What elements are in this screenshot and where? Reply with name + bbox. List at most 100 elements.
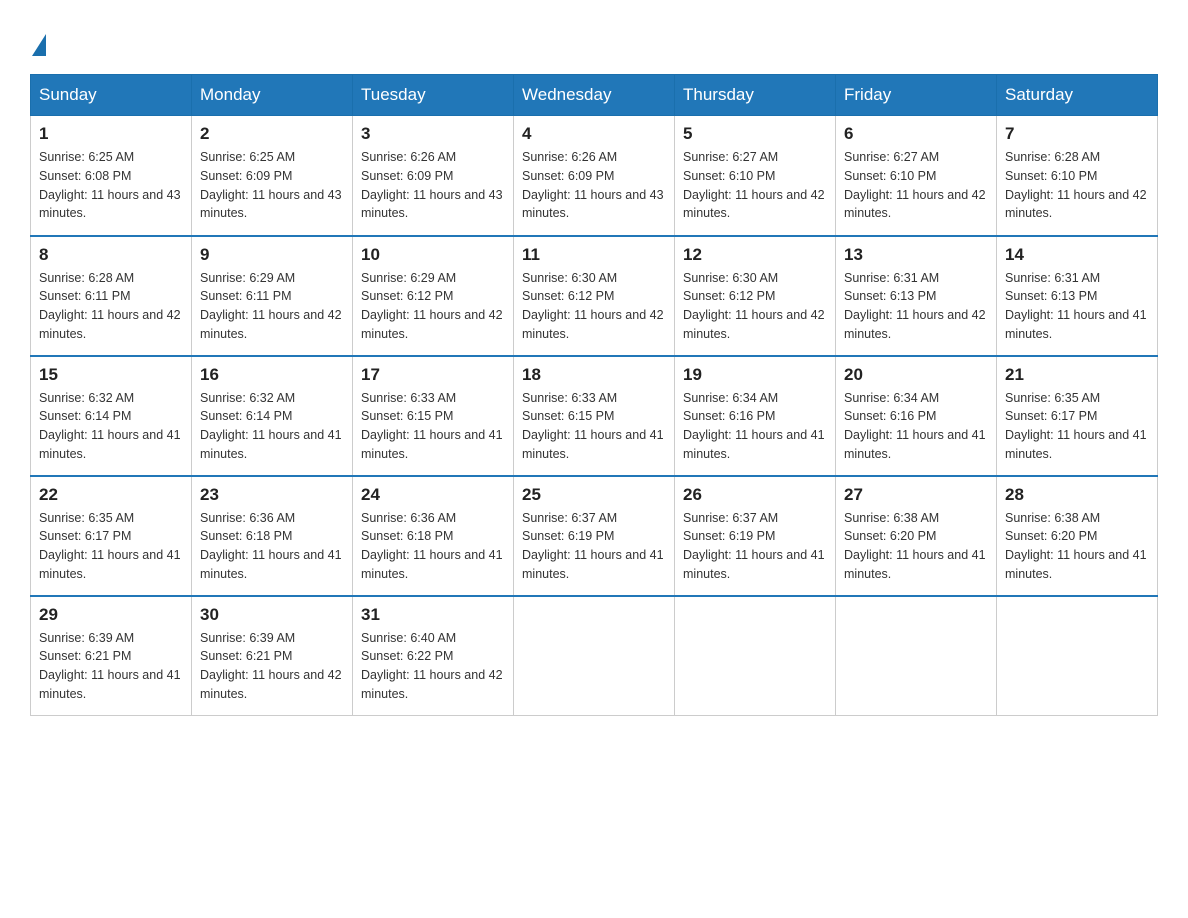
weekday-header-saturday: Saturday — [997, 75, 1158, 116]
calendar-cell: 25 Sunrise: 6:37 AM Sunset: 6:19 PM Dayl… — [514, 476, 675, 596]
calendar-week-row: 29 Sunrise: 6:39 AM Sunset: 6:21 PM Dayl… — [31, 596, 1158, 716]
day-number: 21 — [1005, 365, 1149, 385]
calendar-cell — [997, 596, 1158, 716]
day-info: Sunrise: 6:29 AM Sunset: 6:11 PM Dayligh… — [200, 269, 344, 344]
calendar-cell: 24 Sunrise: 6:36 AM Sunset: 6:18 PM Dayl… — [353, 476, 514, 596]
day-info: Sunrise: 6:34 AM Sunset: 6:16 PM Dayligh… — [844, 389, 988, 464]
day-number: 15 — [39, 365, 183, 385]
day-number: 2 — [200, 124, 344, 144]
calendar-week-row: 22 Sunrise: 6:35 AM Sunset: 6:17 PM Dayl… — [31, 476, 1158, 596]
day-info: Sunrise: 6:30 AM Sunset: 6:12 PM Dayligh… — [683, 269, 827, 344]
calendar-cell: 8 Sunrise: 6:28 AM Sunset: 6:11 PM Dayli… — [31, 236, 192, 356]
weekday-header-sunday: Sunday — [31, 75, 192, 116]
day-info: Sunrise: 6:38 AM Sunset: 6:20 PM Dayligh… — [844, 509, 988, 584]
day-info: Sunrise: 6:33 AM Sunset: 6:15 PM Dayligh… — [361, 389, 505, 464]
calendar-header: SundayMondayTuesdayWednesdayThursdayFrid… — [31, 75, 1158, 116]
day-info: Sunrise: 6:31 AM Sunset: 6:13 PM Dayligh… — [1005, 269, 1149, 344]
calendar-cell: 22 Sunrise: 6:35 AM Sunset: 6:17 PM Dayl… — [31, 476, 192, 596]
weekday-header-tuesday: Tuesday — [353, 75, 514, 116]
calendar-cell: 19 Sunrise: 6:34 AM Sunset: 6:16 PM Dayl… — [675, 356, 836, 476]
calendar-cell: 7 Sunrise: 6:28 AM Sunset: 6:10 PM Dayli… — [997, 116, 1158, 236]
day-info: Sunrise: 6:38 AM Sunset: 6:20 PM Dayligh… — [1005, 509, 1149, 584]
day-info: Sunrise: 6:35 AM Sunset: 6:17 PM Dayligh… — [39, 509, 183, 584]
calendar-cell: 10 Sunrise: 6:29 AM Sunset: 6:12 PM Dayl… — [353, 236, 514, 356]
day-number: 14 — [1005, 245, 1149, 265]
weekday-header-wednesday: Wednesday — [514, 75, 675, 116]
day-info: Sunrise: 6:31 AM Sunset: 6:13 PM Dayligh… — [844, 269, 988, 344]
calendar-cell: 4 Sunrise: 6:26 AM Sunset: 6:09 PM Dayli… — [514, 116, 675, 236]
calendar-cell: 6 Sunrise: 6:27 AM Sunset: 6:10 PM Dayli… — [836, 116, 997, 236]
calendar-cell — [514, 596, 675, 716]
day-info: Sunrise: 6:32 AM Sunset: 6:14 PM Dayligh… — [39, 389, 183, 464]
day-number: 16 — [200, 365, 344, 385]
calendar-table: SundayMondayTuesdayWednesdayThursdayFrid… — [30, 74, 1158, 716]
calendar-cell: 18 Sunrise: 6:33 AM Sunset: 6:15 PM Dayl… — [514, 356, 675, 476]
day-number: 17 — [361, 365, 505, 385]
day-number: 4 — [522, 124, 666, 144]
calendar-cell: 12 Sunrise: 6:30 AM Sunset: 6:12 PM Dayl… — [675, 236, 836, 356]
calendar-cell: 1 Sunrise: 6:25 AM Sunset: 6:08 PM Dayli… — [31, 116, 192, 236]
calendar-cell — [675, 596, 836, 716]
day-number: 6 — [844, 124, 988, 144]
calendar-cell: 14 Sunrise: 6:31 AM Sunset: 6:13 PM Dayl… — [997, 236, 1158, 356]
day-number: 20 — [844, 365, 988, 385]
weekday-header-monday: Monday — [192, 75, 353, 116]
day-number: 13 — [844, 245, 988, 265]
day-number: 31 — [361, 605, 505, 625]
day-info: Sunrise: 6:33 AM Sunset: 6:15 PM Dayligh… — [522, 389, 666, 464]
day-number: 22 — [39, 485, 183, 505]
day-number: 30 — [200, 605, 344, 625]
calendar-body: 1 Sunrise: 6:25 AM Sunset: 6:08 PM Dayli… — [31, 116, 1158, 716]
day-info: Sunrise: 6:26 AM Sunset: 6:09 PM Dayligh… — [361, 148, 505, 223]
logo — [30, 30, 46, 54]
day-number: 8 — [39, 245, 183, 265]
calendar-cell — [836, 596, 997, 716]
day-info: Sunrise: 6:35 AM Sunset: 6:17 PM Dayligh… — [1005, 389, 1149, 464]
weekday-header-row: SundayMondayTuesdayWednesdayThursdayFrid… — [31, 75, 1158, 116]
weekday-header-thursday: Thursday — [675, 75, 836, 116]
calendar-week-row: 8 Sunrise: 6:28 AM Sunset: 6:11 PM Dayli… — [31, 236, 1158, 356]
day-number: 10 — [361, 245, 505, 265]
calendar-cell: 29 Sunrise: 6:39 AM Sunset: 6:21 PM Dayl… — [31, 596, 192, 716]
day-info: Sunrise: 6:25 AM Sunset: 6:08 PM Dayligh… — [39, 148, 183, 223]
day-number: 12 — [683, 245, 827, 265]
day-number: 5 — [683, 124, 827, 144]
day-number: 11 — [522, 245, 666, 265]
day-info: Sunrise: 6:28 AM Sunset: 6:10 PM Dayligh… — [1005, 148, 1149, 223]
calendar-cell: 16 Sunrise: 6:32 AM Sunset: 6:14 PM Dayl… — [192, 356, 353, 476]
day-number: 18 — [522, 365, 666, 385]
calendar-cell: 28 Sunrise: 6:38 AM Sunset: 6:20 PM Dayl… — [997, 476, 1158, 596]
day-info: Sunrise: 6:37 AM Sunset: 6:19 PM Dayligh… — [522, 509, 666, 584]
day-number: 24 — [361, 485, 505, 505]
calendar-cell: 11 Sunrise: 6:30 AM Sunset: 6:12 PM Dayl… — [514, 236, 675, 356]
calendar-cell: 15 Sunrise: 6:32 AM Sunset: 6:14 PM Dayl… — [31, 356, 192, 476]
weekday-header-friday: Friday — [836, 75, 997, 116]
calendar-cell: 3 Sunrise: 6:26 AM Sunset: 6:09 PM Dayli… — [353, 116, 514, 236]
day-info: Sunrise: 6:39 AM Sunset: 6:21 PM Dayligh… — [200, 629, 344, 704]
calendar-cell: 27 Sunrise: 6:38 AM Sunset: 6:20 PM Dayl… — [836, 476, 997, 596]
day-info: Sunrise: 6:29 AM Sunset: 6:12 PM Dayligh… — [361, 269, 505, 344]
day-info: Sunrise: 6:26 AM Sunset: 6:09 PM Dayligh… — [522, 148, 666, 223]
day-info: Sunrise: 6:36 AM Sunset: 6:18 PM Dayligh… — [200, 509, 344, 584]
day-info: Sunrise: 6:39 AM Sunset: 6:21 PM Dayligh… — [39, 629, 183, 704]
day-info: Sunrise: 6:32 AM Sunset: 6:14 PM Dayligh… — [200, 389, 344, 464]
calendar-week-row: 15 Sunrise: 6:32 AM Sunset: 6:14 PM Dayl… — [31, 356, 1158, 476]
day-number: 19 — [683, 365, 827, 385]
calendar-cell: 30 Sunrise: 6:39 AM Sunset: 6:21 PM Dayl… — [192, 596, 353, 716]
day-info: Sunrise: 6:27 AM Sunset: 6:10 PM Dayligh… — [844, 148, 988, 223]
calendar-cell: 31 Sunrise: 6:40 AM Sunset: 6:22 PM Dayl… — [353, 596, 514, 716]
day-info: Sunrise: 6:27 AM Sunset: 6:10 PM Dayligh… — [683, 148, 827, 223]
day-number: 23 — [200, 485, 344, 505]
day-info: Sunrise: 6:34 AM Sunset: 6:16 PM Dayligh… — [683, 389, 827, 464]
calendar-cell: 26 Sunrise: 6:37 AM Sunset: 6:19 PM Dayl… — [675, 476, 836, 596]
day-number: 27 — [844, 485, 988, 505]
day-number: 7 — [1005, 124, 1149, 144]
calendar-cell: 5 Sunrise: 6:27 AM Sunset: 6:10 PM Dayli… — [675, 116, 836, 236]
calendar-cell: 9 Sunrise: 6:29 AM Sunset: 6:11 PM Dayli… — [192, 236, 353, 356]
page-header — [30, 30, 1158, 54]
day-info: Sunrise: 6:40 AM Sunset: 6:22 PM Dayligh… — [361, 629, 505, 704]
day-info: Sunrise: 6:25 AM Sunset: 6:09 PM Dayligh… — [200, 148, 344, 223]
day-info: Sunrise: 6:30 AM Sunset: 6:12 PM Dayligh… — [522, 269, 666, 344]
day-number: 1 — [39, 124, 183, 144]
calendar-cell: 23 Sunrise: 6:36 AM Sunset: 6:18 PM Dayl… — [192, 476, 353, 596]
